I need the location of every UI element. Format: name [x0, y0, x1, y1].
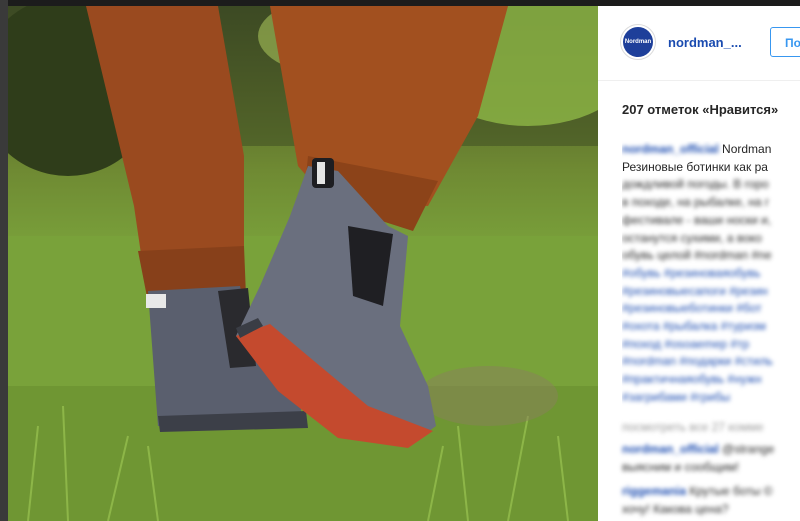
comment-text: выясним и сообщим! [622, 460, 739, 474]
post-caption: nordman_official Nordman Резиновые ботин… [622, 141, 800, 411]
hashtag-line[interactable]: #загрибами #грибы [622, 389, 800, 407]
hashtag-line[interactable]: #обувь #резиноваяобувь [622, 265, 800, 283]
brand-logo: Nordman [623, 27, 653, 57]
post-header: Nordman nordman_... По [598, 6, 800, 81]
photo-illustration [8, 6, 598, 521]
left-edge [0, 0, 8, 521]
hashtag-line[interactable]: #резиновыеботинки #бот [622, 300, 800, 318]
post-sidebar: Nordman nordman_... По 207 отметок «Нрав… [598, 6, 800, 521]
hashtag-line[interactable]: #nordman #подарки #стиль [622, 353, 800, 371]
hashtag-line[interactable]: #практичнаяобувь #нужн [622, 371, 800, 389]
hashtag-line[interactable]: #поход #osoaemep #тр [622, 336, 800, 354]
caption-line: останутся сухими, а воко [622, 230, 762, 245]
caption-text: Nordman [722, 142, 772, 156]
comment-line: nordman_official @strange [622, 440, 800, 458]
comment-username[interactable]: nordman_official [622, 442, 719, 456]
follow-button[interactable]: По [770, 27, 800, 57]
comment-item: riggemania Крутые боты © хочу! Какова це… [622, 482, 800, 518]
avatar[interactable]: Nordman [620, 24, 656, 60]
caption-line: дождливой погоды. В горо [622, 177, 769, 192]
avatar-logo-text: Nordman [624, 38, 652, 45]
author-username[interactable]: nordman_... [668, 35, 742, 50]
caption-line: nordman_official Nordman [622, 141, 800, 159]
hashtag-line[interactable]: #резиновыесапоги #резин [622, 283, 800, 301]
caption-line: фестивале - ваши носки и, [622, 212, 772, 227]
caption-line: Резиновые ботинки как ра [622, 159, 768, 174]
caption-username[interactable]: nordman_official [622, 142, 719, 156]
likes-count[interactable]: 207 отметок «Нравится» [622, 102, 778, 117]
comment-line: riggemania Крутые боты © [622, 482, 800, 500]
comment-text: хочу! Какова цена? [622, 502, 729, 516]
comment-item: nordman_official @strange выясним и сооб… [622, 440, 800, 476]
hashtag-line[interactable]: #охота #рыбалка #туризм [622, 318, 800, 336]
comment-username[interactable]: riggemania [622, 484, 686, 498]
caption-line: обувь целой #nordman #ne [622, 248, 772, 263]
caption-line: в походе, на рыбалке, на г [622, 195, 770, 210]
comment-text: Крутые боты © [689, 484, 773, 498]
view-all-comments-link[interactable]: посмотреть все 27 комме [622, 420, 764, 434]
post-photo[interactable] [8, 6, 598, 521]
comment-text: @strange [722, 442, 775, 456]
